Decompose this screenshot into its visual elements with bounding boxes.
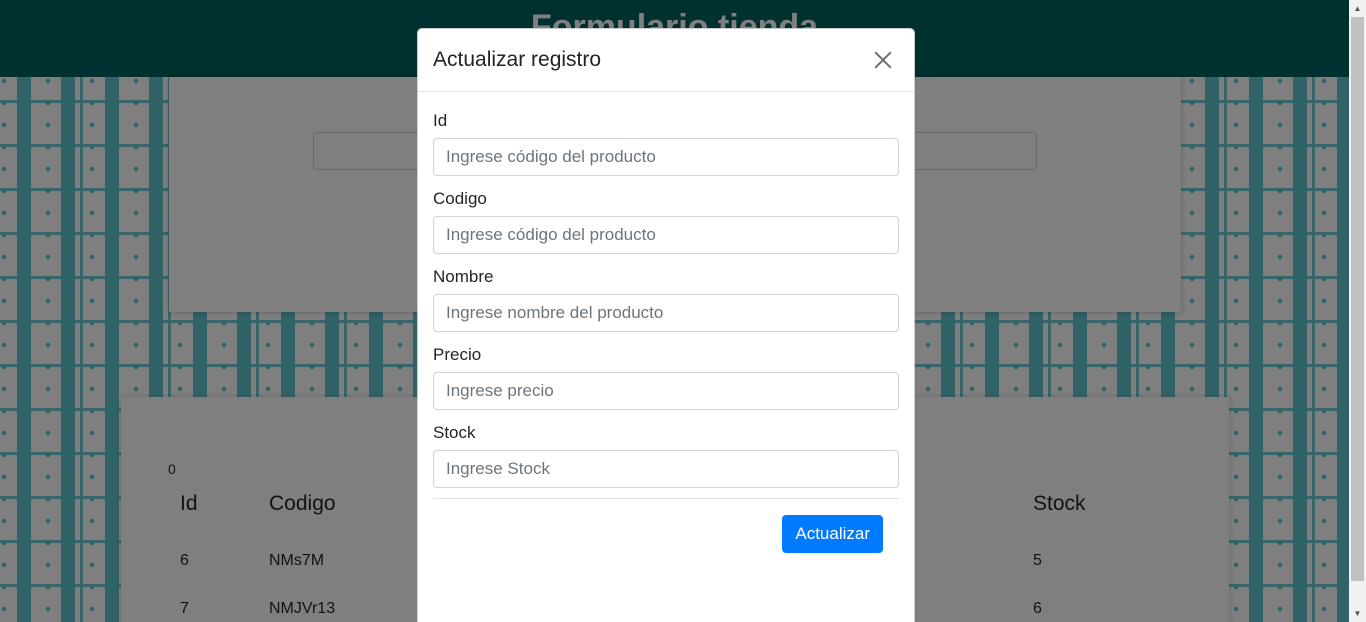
scrollbar-thumb[interactable] xyxy=(1351,17,1364,581)
close-icon[interactable] xyxy=(871,48,895,72)
modal-title: Actualizar registro xyxy=(433,48,602,71)
update-button[interactable]: Actualizar xyxy=(782,515,883,553)
modal-footer: Actualizar xyxy=(418,499,914,553)
form-group-nombre: Nombre xyxy=(433,264,899,332)
precio-label: Precio xyxy=(433,345,482,364)
id-field[interactable] xyxy=(433,138,899,176)
vertical-scrollbar[interactable]: ▲ ▼ xyxy=(1349,0,1366,622)
form-group-codigo: Codigo xyxy=(433,186,899,254)
precio-field[interactable] xyxy=(433,372,899,410)
form-group-precio: Precio xyxy=(433,342,899,410)
nombre-field[interactable] xyxy=(433,294,899,332)
scroll-down-arrow-icon[interactable]: ▼ xyxy=(1349,605,1366,622)
stock-label: Stock xyxy=(433,423,476,442)
form-group-id: Id xyxy=(433,108,899,176)
stock-field[interactable] xyxy=(433,450,899,488)
codigo-label: Codigo xyxy=(433,189,487,208)
update-record-modal: Actualizar registro Id Codigo Nombre Pre… xyxy=(417,28,915,622)
nombre-label: Nombre xyxy=(433,267,494,286)
modal-body: Id Codigo Nombre Precio Stock xyxy=(418,92,914,488)
id-label: Id xyxy=(433,111,448,130)
codigo-field[interactable] xyxy=(433,216,899,254)
modal-header: Actualizar registro xyxy=(418,29,914,92)
scroll-up-arrow-icon[interactable]: ▲ xyxy=(1349,0,1366,17)
form-group-stock: Stock xyxy=(433,420,899,488)
